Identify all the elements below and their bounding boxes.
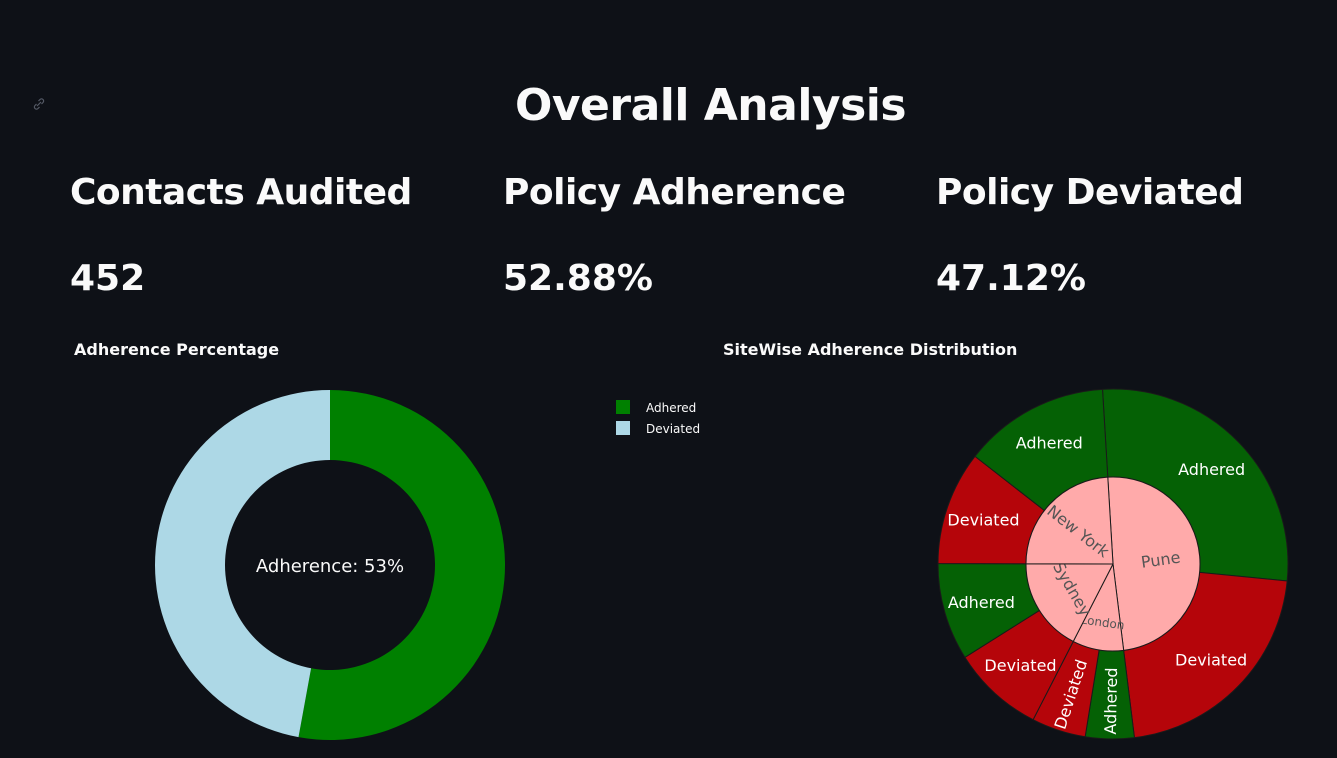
page: Overall Analysis Contacts Audited 452 Po…	[0, 0, 1337, 758]
legend-label-adhered[interactable]: Adhered	[646, 401, 696, 415]
sunburst-label-pune-deviated: Deviated	[1175, 651, 1247, 670]
sunburst-label-new-york-adhered: Adhered	[1016, 434, 1083, 453]
donut-legend: Adhered Deviated	[616, 400, 700, 436]
sunburst-label-pune-adhered: Adhered	[1178, 460, 1245, 479]
sunburst-label-sydney-adhered: Adhered	[948, 593, 1015, 612]
charts-canvas: Adherence: 53% Adhered Deviated Adhered De…	[155, 388, 1289, 740]
donut-chart: Adherence: 53%	[155, 390, 506, 740]
legend-swatch-deviated[interactable]	[616, 421, 630, 435]
sunburst-label-new-york-deviated: Deviated	[947, 510, 1019, 529]
sunburst-label-sydney-deviated: Deviated	[984, 656, 1056, 675]
donut-center-label: Adherence: 53%	[256, 556, 404, 577]
legend-swatch-adhered[interactable]	[616, 400, 630, 414]
sunburst-label-london-adhered: Adhered	[1101, 667, 1121, 734]
legend-label-deviated[interactable]: Deviated	[646, 422, 700, 436]
sunburst-chart: AdheredDeviatedPuneAdheredDeviatedLondon…	[937, 388, 1289, 740]
